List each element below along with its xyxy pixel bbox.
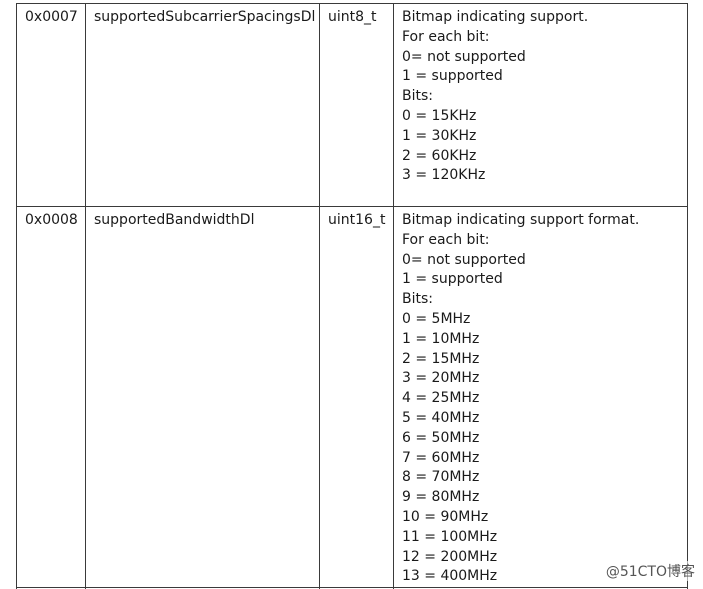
description-line: 0= not supported xyxy=(402,251,526,268)
description-line: 0 = 15KHz xyxy=(402,107,477,124)
description-line: For each bit: xyxy=(402,28,490,45)
description-line: 4 = 25MHz xyxy=(402,390,480,407)
description-line: 2 = 60KHz xyxy=(402,147,477,164)
description-line: 0 = 5MHz xyxy=(402,310,471,327)
description-line: 10 = 90MHz xyxy=(402,508,489,525)
description-line: 3 = 120KHz xyxy=(402,167,486,184)
description-line: 5 = 40MHz xyxy=(402,409,480,426)
parameter-table: 0x0007 supportedSubcarrierSpacingsDl uin… xyxy=(16,3,688,589)
type-cell: uint16_t xyxy=(319,205,394,589)
description-line: 1 = 30KHz xyxy=(402,127,477,144)
description-line: For each bit: xyxy=(402,231,490,248)
description-line: 6 = 50MHz xyxy=(402,429,480,446)
description-line: 2 = 15MHz xyxy=(402,350,480,367)
description-line: 7 = 60MHz xyxy=(402,449,480,466)
description-cell: Bitmap indicating support. For each bit:… xyxy=(393,3,688,207)
description-line: 1 = 10MHz xyxy=(402,330,480,347)
description-line: 9 = 80MHz xyxy=(402,489,480,506)
description-line: 1 = supported xyxy=(402,271,503,288)
description-line: 8 = 70MHz xyxy=(402,469,480,486)
description-line: Bitmap indicating support format. xyxy=(402,212,640,228)
description-line: 11 = 100MHz xyxy=(402,528,498,545)
description-line: 0= not supported xyxy=(402,48,526,65)
description-line: Bitmap indicating support. xyxy=(402,9,589,25)
description-line: Bits: xyxy=(402,88,433,105)
parameter-name-cell: supportedSubcarrierSpacingsDl xyxy=(85,3,320,207)
table-row: 0x0008 supportedBandwidthDl uint16_t Bit… xyxy=(16,205,688,589)
description-cell: Bitmap indicating support format. For ea… xyxy=(393,205,688,589)
description-line: 3 = 20MHz xyxy=(402,370,480,387)
type-cell: uint8_t xyxy=(319,3,394,207)
table-row: 0x0007 supportedSubcarrierSpacingsDl uin… xyxy=(16,3,688,207)
tag-cell: 0x0007 xyxy=(16,3,86,207)
tag-cell: 0x0008 xyxy=(16,205,86,589)
parameter-name-cell: supportedBandwidthDl xyxy=(85,205,320,589)
watermark: @51CTO博客 xyxy=(605,561,695,581)
description-line: 1 = supported xyxy=(402,68,503,85)
description-line: Bits: xyxy=(402,291,433,308)
